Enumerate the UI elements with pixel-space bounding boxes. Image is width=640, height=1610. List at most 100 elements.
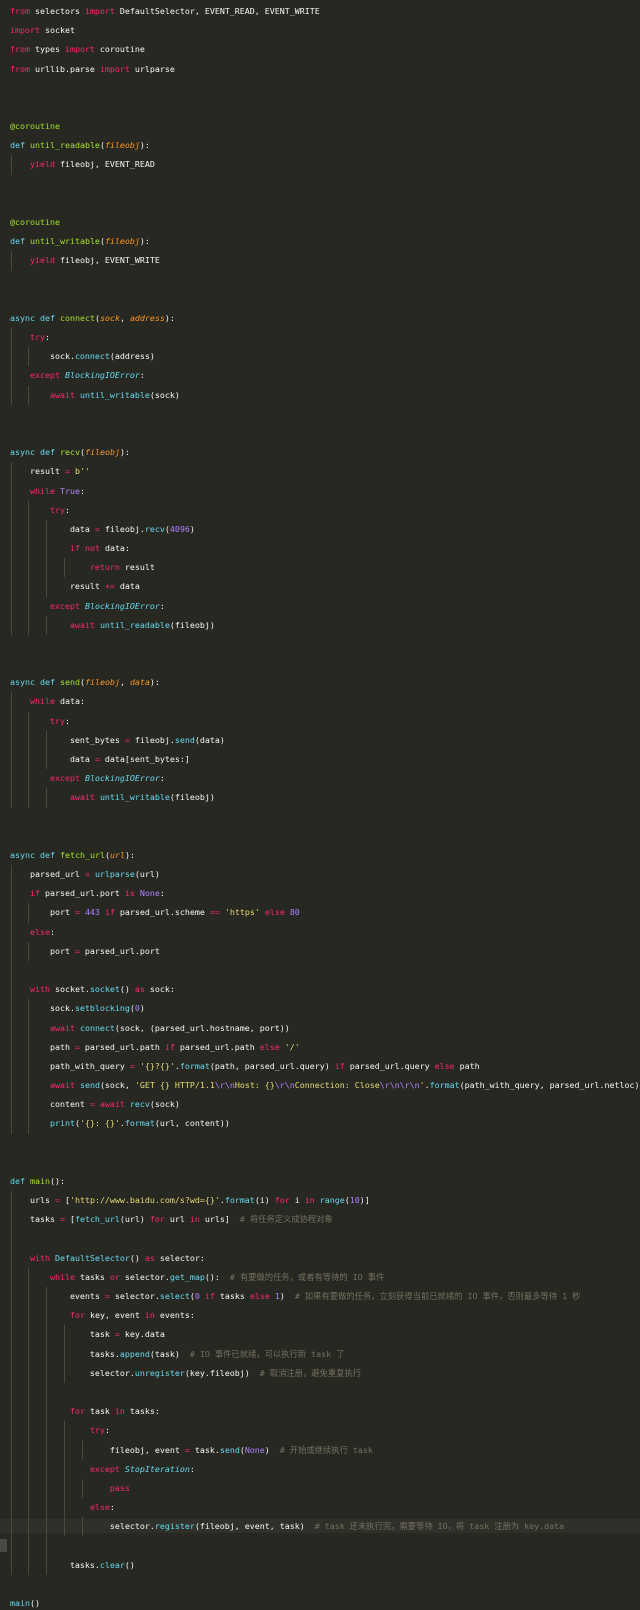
keyword: for (69, 1310, 85, 1321)
code-line[interactable]: content = await recv(sock) (0, 1098, 640, 1111)
keyword: if (29, 888, 40, 899)
code-line[interactable]: with socket.socket() as sock: (0, 983, 640, 996)
keyword: while (29, 485, 55, 496)
code-line[interactable]: except BlockingIOError: (0, 772, 640, 785)
code-line[interactable]: tasks.append(task) # IO 事件已就绪，可以执行新 task… (0, 1348, 640, 1361)
code-line[interactable]: yield fileobj, EVENT_READ (0, 158, 640, 171)
code-line[interactable]: pass (0, 1482, 640, 1495)
indent-guide (11, 865, 12, 1134)
code-line[interactable]: for task in tasks: (0, 1405, 640, 1418)
code-line[interactable]: selector.unregister(key.fileobj) # 取消注册，… (0, 1367, 640, 1380)
code-line[interactable]: urls = ['http://www.baidu.com/s?wd={}'.f… (0, 1194, 640, 1207)
code-line[interactable]: sent_bytes = fileobj.send(data) (0, 734, 640, 747)
code-line[interactable]: import socket (0, 24, 640, 37)
builtin-call: send (79, 1080, 100, 1091)
code-line[interactable]: except BlockingIOError: (0, 369, 640, 382)
code-line[interactable]: for key, event in events: (0, 1309, 640, 1322)
code-text: [ (59, 1195, 70, 1206)
builtin-call: connect (74, 351, 110, 362)
builtin-call: connect (79, 1022, 115, 1033)
code-line[interactable]: await until_writable(sock) (0, 389, 640, 402)
code-line[interactable]: @coroutine (0, 120, 640, 133)
code-line[interactable]: try: (0, 1424, 640, 1437)
code-line[interactable]: async def send(fileobj, data): (0, 676, 640, 689)
storage-keyword: def (10, 236, 25, 247)
keyword: try (49, 504, 65, 515)
code-line[interactable]: port = parsed_url.port (0, 945, 640, 958)
constant: 80 (289, 907, 300, 918)
code-line[interactable]: return result (0, 561, 640, 574)
code-line[interactable]: result += data (0, 580, 640, 593)
code-line[interactable]: from selectors import DefaultSelector, E… (0, 5, 640, 18)
code-line[interactable]: main() (0, 1597, 640, 1610)
builtin-call: register (154, 1521, 195, 1532)
code-text: types (29, 44, 65, 55)
constant: 10 (349, 1195, 360, 1206)
keyword: yield (29, 159, 55, 170)
code-line[interactable]: path = parsed_url.path if parsed_url.pat… (0, 1041, 640, 1054)
code-line[interactable]: print('{}: {}'.format(url, content)) (0, 1117, 640, 1130)
code-line[interactable]: fileobj, event = task.send(None) # 开始或继续… (0, 1444, 640, 1457)
code-line[interactable]: await connect(sock, (parsed_url.hostname… (0, 1022, 640, 1035)
builtin-call: get_map (169, 1271, 205, 1282)
keyword: import (84, 6, 115, 16)
code-line[interactable]: async def connect(sock, address): (0, 312, 640, 325)
code-line[interactable]: if parsed_url.port is None: (0, 887, 640, 900)
keyword: else (264, 907, 285, 918)
indent-guide (82, 1440, 83, 1460)
keyword: await (69, 792, 95, 803)
code-line[interactable]: while True: (0, 485, 640, 498)
keyword: for (274, 1195, 290, 1206)
code-text: fileobj, EVENT_WRITE (54, 255, 160, 266)
code-line[interactable]: def until_writable(fileobj): (0, 235, 640, 248)
code-line[interactable]: from types import coroutine (0, 43, 640, 56)
code-line[interactable]: tasks = [fetch_url(url) for url in urls]… (0, 1213, 640, 1226)
code-line[interactable]: port = 443 if parsed_url.scheme == 'http… (0, 906, 640, 919)
code-line[interactable]: data = data[sent_bytes:] (0, 753, 640, 766)
code-text: ): (139, 140, 150, 151)
function-name: @coroutine (10, 216, 60, 227)
code-line[interactable]: def until_readable(fileobj): (0, 139, 640, 152)
code-line[interactable]: @coroutine (0, 216, 640, 229)
code-line[interactable]: try: (0, 331, 640, 344)
code-line[interactable]: tasks.clear() (0, 1559, 640, 1572)
code-line[interactable]: selector.register(fileobj, event, task) … (0, 1520, 640, 1533)
code-text: key, event (84, 1310, 145, 1321)
code-line[interactable]: if not data: (0, 542, 640, 555)
code-line[interactable]: yield fileobj, EVENT_WRITE (0, 254, 640, 267)
code-line[interactable]: except StopIteration: (0, 1463, 640, 1476)
code-line[interactable]: from urllib.parse import urlparse (0, 63, 640, 76)
code-text: : (189, 1463, 195, 1474)
storage-keyword: async (10, 849, 35, 860)
code-editor[interactable]: from selectors import DefaultSelector, E… (0, 0, 640, 1608)
code-line[interactable]: try: (0, 504, 640, 517)
code-line[interactable]: else: (0, 1501, 640, 1514)
keyword: from (10, 44, 30, 55)
code-line[interactable]: while data: (0, 695, 640, 708)
code-line[interactable]: path_with_query = '{}?{}'.format(path, p… (0, 1060, 640, 1073)
code-line[interactable]: data = fileobj.recv(4096) (0, 523, 640, 536)
keyword: with (29, 984, 50, 995)
code-line[interactable]: task = key.data (0, 1328, 640, 1341)
code-line[interactable]: sock.connect(address) (0, 350, 640, 363)
code-line[interactable]: sock.setblocking(0) (0, 1002, 640, 1015)
code-line[interactable]: def main(): (0, 1175, 640, 1188)
code-line[interactable]: async def recv(fileobj): (0, 446, 640, 459)
function-name: recv (59, 447, 80, 458)
code-text: () (124, 1559, 135, 1570)
code-line[interactable]: parsed_url = urlparse(url) (0, 868, 640, 881)
code-line[interactable]: while tasks or selector.get_map(): # 有要做… (0, 1271, 640, 1284)
code-line[interactable]: events = selector.select(0 if tasks else… (0, 1290, 640, 1303)
code-line[interactable]: result = b'' (0, 465, 640, 478)
code-line[interactable]: await until_writable(fileobj) (0, 791, 640, 804)
code-line[interactable]: async def fetch_url(url): (0, 849, 640, 862)
code-line[interactable]: await send(sock, 'GET {} HTTP/1.1\r\nHos… (0, 1079, 640, 1092)
code-line[interactable]: else: (0, 926, 640, 939)
code-line[interactable]: try: (0, 715, 640, 728)
code-line[interactable]: await until_readable(fileobj) (0, 619, 640, 632)
code-line[interactable]: with DefaultSelector() as selector: (0, 1252, 640, 1265)
comment: # task 还未执行完，需要等待 IO，将 task 注册为 key.data (314, 1521, 565, 1532)
code-line[interactable]: except BlockingIOError: (0, 600, 640, 613)
